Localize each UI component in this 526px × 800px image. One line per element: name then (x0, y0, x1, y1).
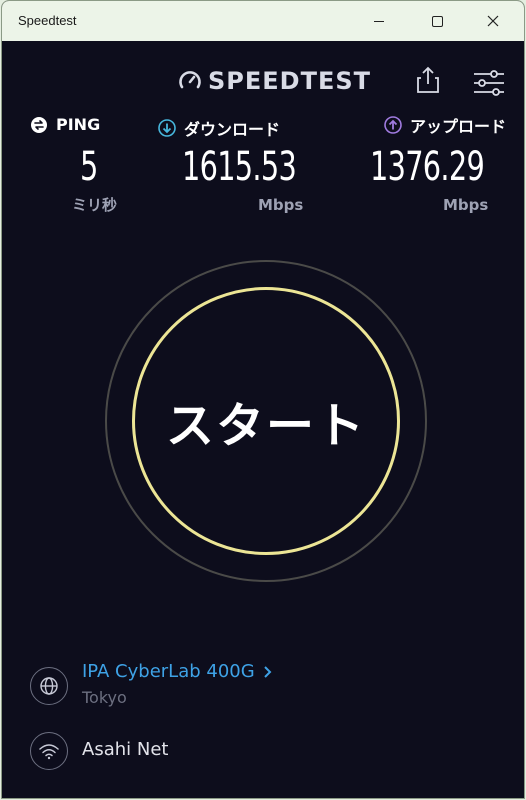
ping-label-text: PING (56, 115, 101, 134)
logo-wordmark: SPEEDTEST (208, 67, 372, 95)
start-button[interactable]: スタート (132, 287, 400, 555)
title-bar[interactable]: Speedtest (2, 1, 524, 41)
globe-icon (40, 677, 58, 695)
isp-wifi-badge (30, 732, 68, 770)
chevron-right-icon (263, 665, 272, 678)
ping-label: PING (30, 115, 100, 134)
app-window: Speedtest SPEEDTEST PING 5 ミリ秒 ダウンロード 16… (1, 0, 525, 799)
close-button[interactable] (470, 1, 516, 41)
gauge-icon (179, 71, 201, 89)
minimize-icon (374, 20, 384, 22)
wifi-icon (39, 744, 59, 760)
ping-unit: ミリ秒 (72, 196, 118, 214)
minimize-button[interactable] (356, 1, 402, 41)
download-value: 1615.53 (182, 144, 297, 190)
upload-unit: Mbps (443, 196, 489, 214)
settings-sliders-icon[interactable] (472, 69, 506, 97)
isp-name: Asahi Net (82, 739, 169, 760)
server-location: Tokyo (82, 688, 127, 707)
upload-label-text: アップロード (410, 117, 507, 136)
share-icon[interactable] (415, 65, 441, 95)
window-title: Speedtest (18, 13, 77, 28)
upload-value: 1376.29 (370, 144, 485, 190)
close-icon (487, 15, 499, 27)
download-label: ダウンロード (158, 116, 280, 140)
server-name: IPA CyberLab 400G (82, 661, 255, 682)
download-label-text: ダウンロード (184, 120, 281, 139)
server-globe-button (30, 667, 68, 705)
ping-value: 5 (80, 144, 98, 190)
maximize-button[interactable] (414, 1, 460, 41)
upload-arrow-icon (384, 116, 402, 134)
upload-label: アップロード (384, 113, 506, 137)
start-button-label: スタート (165, 398, 366, 454)
speedtest-logo: SPEEDTEST (178, 67, 371, 95)
maximize-icon (431, 15, 443, 27)
download-arrow-icon (158, 119, 176, 137)
download-unit: Mbps (258, 196, 304, 214)
server-name-link[interactable]: IPA CyberLab 400G (82, 661, 272, 682)
ping-icon (31, 116, 47, 133)
